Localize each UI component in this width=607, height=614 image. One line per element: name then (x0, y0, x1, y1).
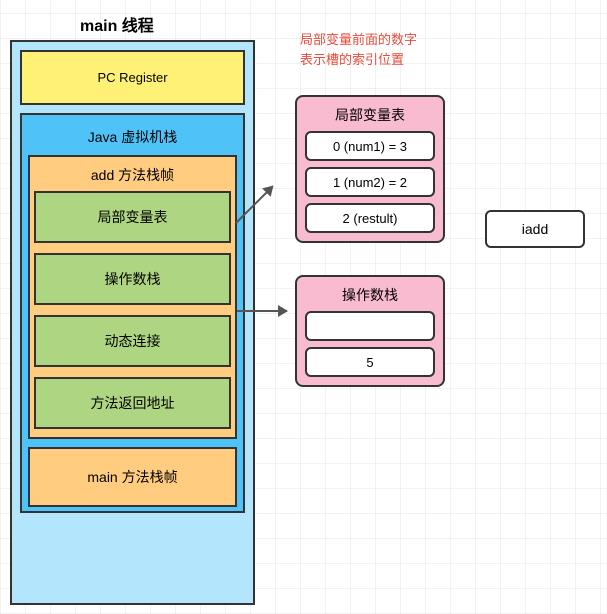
operand-stack-row-1: 5 (305, 347, 435, 377)
return-addr-label: 方法返回地址 (91, 393, 175, 413)
instruction-box: iadd (485, 210, 585, 248)
operand-stack-row-0 (305, 311, 435, 341)
java-vm-stack: Java 虚拟机栈 add 方法栈帧 局部变量表 操作数栈 动态连接 方法返回地… (20, 113, 245, 513)
operand-stack-detail: 操作数栈 5 (295, 275, 445, 387)
main-frame-label: main 方法栈帧 (87, 467, 177, 487)
local-vars-detail-title: 局部变量表 (305, 103, 435, 131)
main-thread-title: main 线程 (80, 12, 154, 36)
local-var-slot-0: 0 (num1) = 3 (305, 131, 435, 161)
dynamic-link-label: 动态连接 (105, 331, 161, 351)
operand-stack-detail-title: 操作数栈 (305, 283, 435, 311)
pc-register-label: PC Register (97, 70, 167, 85)
local-var-slot-1: 1 (num2) = 2 (305, 167, 435, 197)
instruction-label: iadd (522, 221, 548, 237)
operand-stack-box: 操作数栈 (34, 253, 231, 305)
local-vars-box: 局部变量表 (34, 191, 231, 243)
slot-index-note: 局部变量前面的数字 表示槽的索引位置 (300, 30, 417, 69)
local-vars-detail: 局部变量表 0 (num1) = 3 1 (num2) = 2 2 (restu… (295, 95, 445, 243)
main-method-frame: main 方法栈帧 (28, 447, 237, 507)
arrow-operandstack (237, 310, 287, 312)
vm-stack-title: Java 虚拟机栈 (28, 121, 237, 155)
note-line2: 表示槽的索引位置 (300, 52, 404, 67)
dynamic-link-box: 动态连接 (34, 315, 231, 367)
local-vars-label: 局部变量表 (98, 207, 168, 227)
return-addr-box: 方法返回地址 (34, 377, 231, 429)
thread-stack-container: PC Register Java 虚拟机栈 add 方法栈帧 局部变量表 操作数… (10, 40, 255, 605)
add-method-frame: add 方法栈帧 局部变量表 操作数栈 动态连接 方法返回地址 (28, 155, 237, 439)
operand-stack-label: 操作数栈 (105, 269, 161, 289)
local-var-slot-2: 2 (restult) (305, 203, 435, 233)
add-frame-title: add 方法栈帧 (34, 161, 231, 191)
pc-register-box: PC Register (20, 50, 245, 105)
note-line1: 局部变量前面的数字 (300, 32, 417, 47)
